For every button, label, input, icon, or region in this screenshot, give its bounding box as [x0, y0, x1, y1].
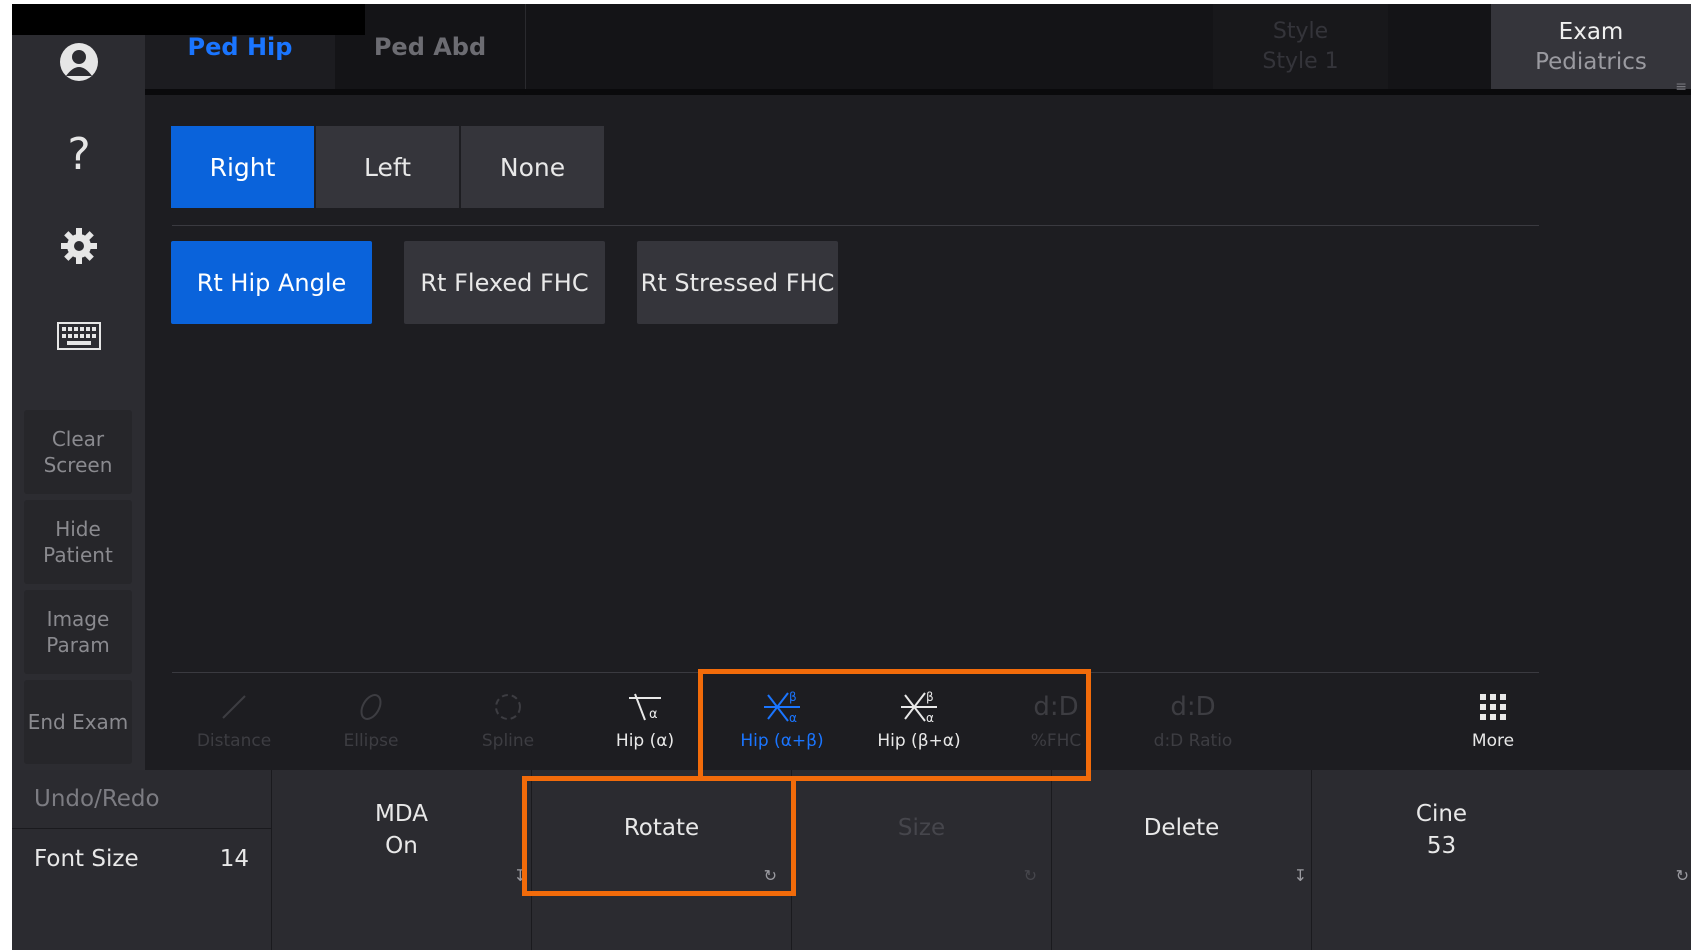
- hip-alpha-beta-icon: βα: [717, 684, 847, 730]
- pct-fhc-tool[interactable]: d:D %FHC: [991, 684, 1121, 764]
- grid-icon: [1428, 684, 1558, 730]
- rt-hip-angle-button[interactable]: Rt Hip Angle: [171, 241, 372, 324]
- image-param-button[interactable]: Image Param: [24, 590, 132, 674]
- side-left-button[interactable]: Left: [316, 126, 459, 208]
- spline-label: Spline: [481, 731, 535, 751]
- size-button[interactable]: Size ↻: [791, 770, 1051, 950]
- distance-tool[interactable]: Distance: [169, 684, 299, 764]
- divider: [172, 225, 1539, 226]
- undo-redo-button[interactable]: Undo/Redo: [12, 770, 271, 829]
- menu-icon: ≡: [1675, 79, 1687, 95]
- exam-value: Pediatrics: [1535, 48, 1647, 75]
- delete-label: Delete: [1143, 815, 1220, 841]
- ellipse-label: Ellipse: [343, 731, 399, 751]
- user-icon[interactable]: [49, 32, 109, 92]
- rotate-knob-icon: ↻: [1023, 866, 1037, 885]
- push-icon: ↧: [1293, 866, 1307, 885]
- rt-flexed-fhc-button[interactable]: Rt Flexed FHC: [404, 241, 605, 324]
- sidebar: ? Clear Screen Hide Patient Image Param …: [12, 4, 145, 829]
- more-label: More: [1471, 731, 1515, 751]
- delete-button[interactable]: Delete ↧: [1051, 770, 1311, 950]
- hip-beta-alpha-tool[interactable]: βα Hip (β+α): [854, 684, 984, 764]
- hip-alpha-beta-tool[interactable]: βα Hip (α+β): [717, 684, 847, 764]
- hide-patient-button[interactable]: Hide Patient: [24, 500, 132, 584]
- hip-beta-alpha-icon: βα: [854, 684, 984, 730]
- font-size-label: Font Size: [34, 846, 139, 872]
- size-label: Size: [897, 815, 946, 841]
- push-icon: ↧: [513, 866, 527, 885]
- dd-ratio-label: d:D Ratio: [1153, 731, 1233, 751]
- ellipse-icon: [306, 684, 436, 730]
- tab-bar: Ped Hip Ped Abd Style Style 1 Exam Pedia…: [145, 4, 1691, 95]
- cine-button[interactable]: Cine 53 ↻: [1311, 770, 1689, 950]
- ultrasound-touch-panel: ? Clear Screen Hide Patient Image Param …: [12, 4, 1691, 950]
- hip-alpha-beta-label: Hip (α+β): [740, 731, 824, 751]
- hip-alpha-icon: α: [580, 684, 710, 730]
- cine-value: 53: [1426, 833, 1457, 859]
- more-tools-button[interactable]: More: [1428, 684, 1558, 764]
- distance-label: Distance: [196, 731, 272, 751]
- svg-text:α: α: [789, 711, 797, 725]
- font-size-control[interactable]: Font Size 14: [12, 829, 271, 889]
- end-exam-button[interactable]: End Exam: [24, 680, 132, 764]
- style-value: Style 1: [1262, 48, 1339, 74]
- svg-text:α: α: [649, 707, 658, 722]
- cine-title: Cine: [1415, 801, 1468, 827]
- hip-beta-alpha-label: Hip (β+α): [877, 731, 961, 751]
- style-button[interactable]: Style Style 1: [1213, 4, 1388, 89]
- rotate-knob-icon: ↻: [763, 866, 777, 885]
- pct-fhc-label: %FHC: [1030, 731, 1082, 751]
- dd-ratio-tool[interactable]: d:D d:D Ratio: [1128, 684, 1258, 764]
- side-right-button[interactable]: Right: [171, 126, 314, 208]
- exam-title: Exam: [1558, 18, 1624, 45]
- rt-stressed-fhc-button[interactable]: Rt Stressed FHC: [637, 241, 838, 324]
- keyboard-icon[interactable]: [49, 306, 109, 366]
- redacted-bar: [12, 4, 365, 35]
- font-size-value: 14: [219, 846, 249, 872]
- mda-button[interactable]: MDA On ↧: [271, 770, 531, 950]
- help-icon[interactable]: ?: [49, 124, 109, 184]
- distance-icon: [169, 684, 299, 730]
- hip-alpha-tool[interactable]: α Hip (α): [580, 684, 710, 764]
- dd-ratio-icon: d:D: [1170, 692, 1216, 722]
- svg-text:β: β: [789, 690, 797, 704]
- mda-title: MDA: [375, 801, 428, 827]
- rotate-label: Rotate: [623, 815, 700, 841]
- rotate-knob-icon: ↻: [1675, 866, 1689, 885]
- ellipse-tool[interactable]: Ellipse: [306, 684, 436, 764]
- rotate-button[interactable]: Rotate ↻: [531, 770, 791, 950]
- clear-screen-button[interactable]: Clear Screen: [24, 410, 132, 494]
- pct-fhc-icon: d:D: [1033, 692, 1079, 722]
- exam-button[interactable]: Exam Pediatrics ≡: [1491, 4, 1691, 95]
- svg-text:α: α: [926, 711, 934, 725]
- svg-text:β: β: [926, 690, 934, 704]
- gear-icon[interactable]: [49, 216, 109, 276]
- spline-tool[interactable]: Spline: [443, 684, 573, 764]
- mda-value: On: [385, 833, 418, 859]
- style-title: Style: [1272, 18, 1329, 44]
- divider: [172, 672, 1539, 673]
- spline-icon: [443, 684, 573, 730]
- hip-alpha-label: Hip (α): [615, 731, 675, 751]
- side-none-button[interactable]: None: [461, 126, 604, 208]
